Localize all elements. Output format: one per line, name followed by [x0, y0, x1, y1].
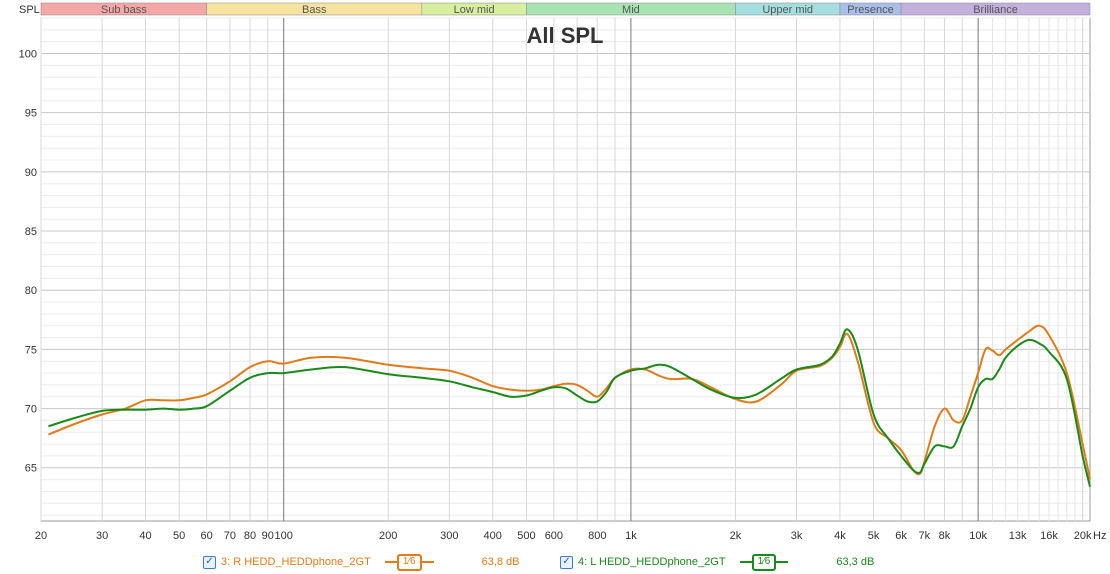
- legend-item-r[interactable]: ✓ 3: R HEDD_HEDDphone_2GT 1⁄6 63,8 dB: [203, 553, 520, 571]
- x-tick-label: 5k: [868, 530, 880, 542]
- x-tick-label: 3k: [791, 530, 803, 542]
- x-tick-label: 13k: [1009, 530, 1027, 542]
- x-tick-label: 4k: [834, 530, 846, 542]
- y-tick-label: 100: [19, 49, 37, 61]
- x-tick-label: 90: [262, 530, 274, 542]
- x-tick-label: 10k: [969, 530, 987, 542]
- smoothing-indicator-r[interactable]: 1⁄6: [384, 553, 434, 571]
- band-label-6: Brilliance: [973, 4, 1018, 16]
- y-tick-label: 90: [25, 167, 37, 179]
- x-tick-label: 7k: [919, 530, 931, 542]
- x-tick-label: 100: [275, 530, 293, 542]
- x-tick-label: 60: [201, 530, 213, 542]
- x-tick-label: 300: [440, 530, 458, 542]
- band-label-5: Presence: [847, 4, 893, 16]
- x-tick-label: 20k: [1074, 530, 1092, 542]
- x-tick-label: 200: [379, 530, 397, 542]
- y-tick-label: 85: [25, 226, 37, 238]
- y-tick-label: 75: [25, 344, 37, 356]
- x-tick-label: 8k: [939, 530, 951, 542]
- smoothing-value-l: 1⁄6: [751, 553, 777, 571]
- band-label-0: Sub bass: [101, 4, 147, 16]
- plot-frame: [40, 17, 1091, 522]
- legend-label-r: 3: R HEDD_HEDDphone_2GT: [221, 556, 371, 568]
- x-tick-label: 500: [517, 530, 535, 542]
- smoothing-value-r: 1⁄6: [396, 553, 422, 571]
- chart-title: All SPL: [526, 23, 603, 48]
- spl-chart: Sub bass Bass Low mid Mid Upper mid Presence B…: [19, 2, 1106, 542]
- x-tick-label: 1k: [625, 530, 637, 542]
- x-tick-label: 6k: [895, 530, 907, 542]
- y-tick-label: 70: [25, 404, 37, 416]
- y-tick-label: 95: [25, 108, 37, 120]
- y-tick-label: 80: [25, 285, 37, 297]
- x-tick-label: 2k: [730, 530, 742, 542]
- level-l: 63,3 dB: [836, 556, 875, 568]
- smoothing-indicator-l[interactable]: 1⁄6: [739, 553, 789, 571]
- y-axis-label: SPL: [19, 4, 40, 16]
- band-label-1: Bass: [302, 4, 327, 16]
- x-tick-label: 50: [173, 530, 185, 542]
- checkbox-r[interactable]: ✓: [203, 555, 216, 569]
- x-tick-label: 20: [35, 530, 47, 542]
- band-label-4: Upper mid: [762, 4, 813, 16]
- checkbox-l[interactable]: ✓: [560, 555, 573, 569]
- x-tick-label: 70: [224, 530, 236, 542]
- legend-item-l[interactable]: ✓ 4: L HEDD_HEDDphone_2GT 1⁄6 63,3 dB: [560, 553, 874, 571]
- x-tick-label: 400: [484, 530, 502, 542]
- x-tick-label: 40: [139, 530, 151, 542]
- x-tick-label: 30: [96, 530, 108, 542]
- band-label-2: Low mid: [454, 4, 495, 16]
- x-axis-unit: Hz: [1093, 530, 1106, 542]
- frequency-bands: Sub bass Bass Low mid Mid Upper mid Presence B…: [40, 2, 1091, 16]
- y-tick-label: 65: [25, 463, 37, 475]
- legend-label-l: 4: L HEDD_HEDDphone_2GT: [578, 556, 726, 568]
- x-tick-label: 600: [545, 530, 563, 542]
- x-tick-label: 16k: [1040, 530, 1058, 542]
- band-label-3: Mid: [622, 4, 640, 16]
- x-tick-label: 80: [244, 530, 256, 542]
- x-tick-label: 800: [588, 530, 606, 542]
- level-r: 63,8 dB: [481, 556, 520, 568]
- plot-area: 6570758085909510020 30 40 50 60 70 80 90 100 200 3…: [19, 17, 1092, 542]
